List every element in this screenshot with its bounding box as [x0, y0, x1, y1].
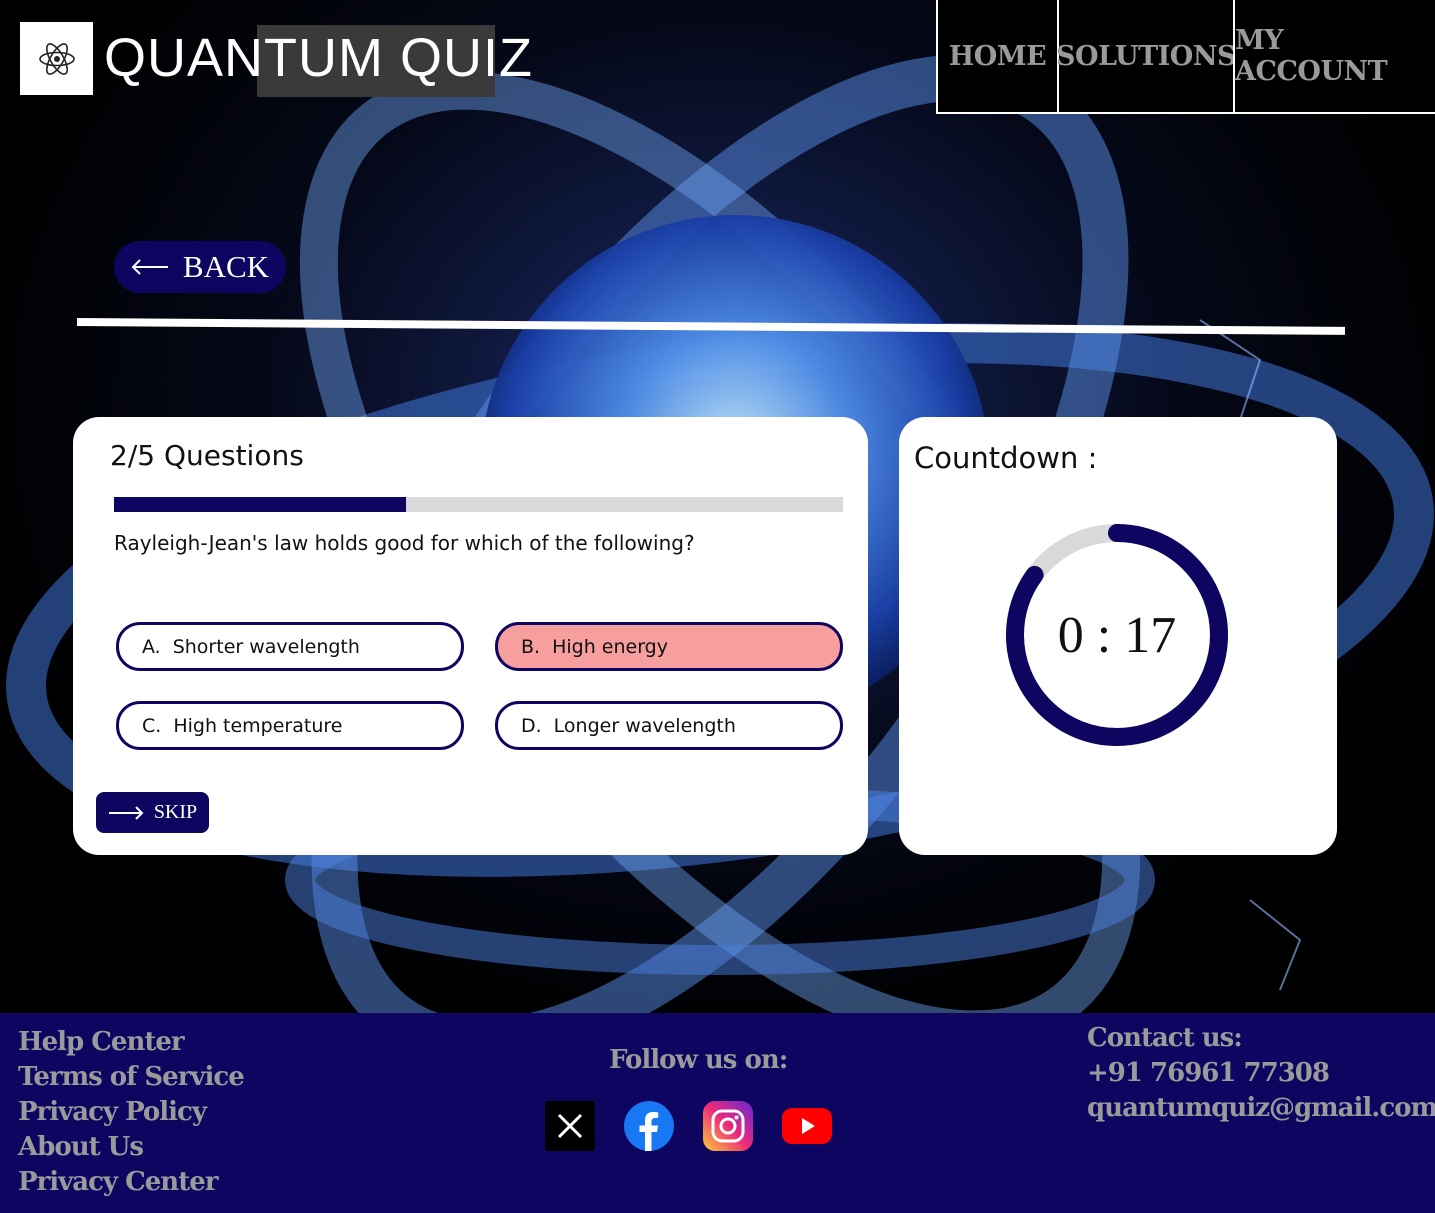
option-letter: A. — [142, 635, 161, 658]
option-letter: B. — [521, 635, 541, 658]
option-text: Shorter wavelength — [172, 635, 360, 658]
option-text: Longer wavelength — [553, 714, 736, 737]
nav-home[interactable]: HOME — [936, 0, 1057, 112]
skip-button[interactable]: SKIP — [96, 792, 209, 833]
option-text: High temperature — [173, 714, 343, 737]
option-letter: D. — [521, 714, 542, 737]
footer-link-terms[interactable]: Terms of Service — [18, 1060, 245, 1095]
back-button-label: BACK — [182, 249, 270, 284]
skip-button-label: SKIP — [153, 801, 198, 823]
arrow-left-icon — [131, 259, 168, 275]
question-card: 2/5 Questions Rayleigh-Jean's law holds … — [73, 417, 868, 855]
option-b[interactable]: B. High energy — [495, 622, 843, 671]
social-links — [545, 1101, 832, 1151]
contact-info: Contact us: +91 76961 77308 quantumquiz@… — [1087, 1021, 1435, 1126]
facebook-icon[interactable] — [624, 1101, 674, 1151]
footer-links: Help Center Terms of Service Privacy Pol… — [18, 1025, 245, 1200]
question-text: Rayleigh-Jean's law holds good for which… — [114, 531, 695, 555]
footer-link-help-center[interactable]: Help Center — [18, 1025, 244, 1060]
footer-link-privacy-policy[interactable]: Privacy Policy — [18, 1095, 244, 1130]
logo[interactable] — [20, 22, 93, 95]
option-c[interactable]: C. High temperature — [116, 701, 464, 750]
countdown-card: Countdown : 0 : 17 — [899, 417, 1337, 855]
main-nav: HOME SOLUTIONS MY ACCOUNT — [936, 0, 1435, 114]
footer: Help Center Terms of Service Privacy Pol… — [0, 1013, 1435, 1213]
follow-label: Follow us on: — [609, 1045, 788, 1075]
option-letter: C. — [142, 714, 162, 737]
countdown-time: 0 : 17 — [1057, 606, 1177, 664]
option-text: High energy — [552, 635, 668, 658]
progress-bar — [114, 497, 843, 512]
question-count: 2/5 Questions — [110, 439, 304, 472]
option-d[interactable]: D. Longer wavelength — [495, 701, 843, 750]
nav-my-account[interactable]: MY ACCOUNT — [1233, 0, 1435, 112]
nav-solutions[interactable]: SOLUTIONS — [1056, 0, 1237, 112]
countdown-title: Countdown : — [914, 441, 1098, 475]
instagram-icon[interactable] — [703, 1101, 753, 1151]
footer-link-about-us[interactable]: About Us — [18, 1130, 244, 1165]
contact-phone[interactable]: +91 76961 77308 — [1087, 1056, 1435, 1091]
progress-fill — [114, 497, 406, 512]
arrow-right-icon — [108, 805, 144, 820]
x-icon[interactable] — [545, 1101, 595, 1151]
back-button[interactable]: BACK — [114, 241, 286, 293]
youtube-icon[interactable] — [782, 1101, 832, 1151]
footer-link-privacy-center[interactable]: Privacy Center — [18, 1165, 244, 1200]
option-a[interactable]: A. Shorter wavelength — [116, 622, 464, 671]
atom-icon — [38, 42, 75, 75]
contact-label: Contact us: — [1087, 1023, 1243, 1053]
brand-title: QUANTUM QUIZ — [104, 28, 533, 88]
contact-email[interactable]: quantumquiz@gmail.com — [1087, 1091, 1435, 1126]
